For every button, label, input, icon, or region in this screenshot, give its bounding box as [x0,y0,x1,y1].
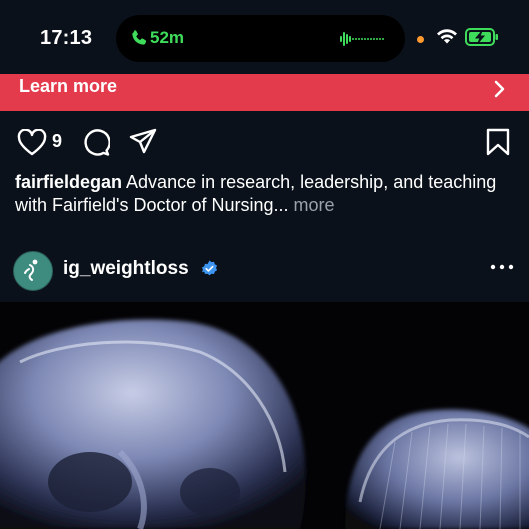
verified-badge-icon [202,260,217,276]
dynamic-island-call[interactable]: 52m [116,15,405,62]
heart-icon[interactable] [17,129,47,156]
avatar[interactable] [13,251,53,291]
bookmark-icon[interactable] [486,128,510,156]
phone-icon [132,30,147,45]
post-image[interactable] [0,302,529,529]
comment-icon[interactable] [82,128,110,156]
like-count[interactable]: 9 [52,131,62,152]
more-options-icon[interactable] [490,263,514,271]
post-header: ig_weightloss [0,246,529,296]
waveform-icon [340,32,384,46]
battery-charging-icon [465,28,498,46]
xray-skull-image [0,302,529,529]
privacy-indicator-dot [417,36,424,43]
post-caption: fairfieldegan Advance in research, leade… [15,171,515,217]
post-actions-bar: 9 [0,124,529,160]
caption-more-link[interactable]: more [294,195,335,215]
learn-more-label: Learn more [19,76,118,96]
caption-username[interactable]: fairfieldegan [15,172,122,192]
status-bar: 17:13 52m [0,0,529,74]
share-icon[interactable] [129,128,157,156]
chevron-right-icon [494,80,505,98]
status-time: 17:13 [40,27,93,49]
call-duration: 52m [150,28,185,47]
learn-more-cta[interactable]: Learn more [0,74,529,111]
post-username[interactable]: ig_weightloss [63,258,189,280]
wifi-icon [437,29,457,44]
